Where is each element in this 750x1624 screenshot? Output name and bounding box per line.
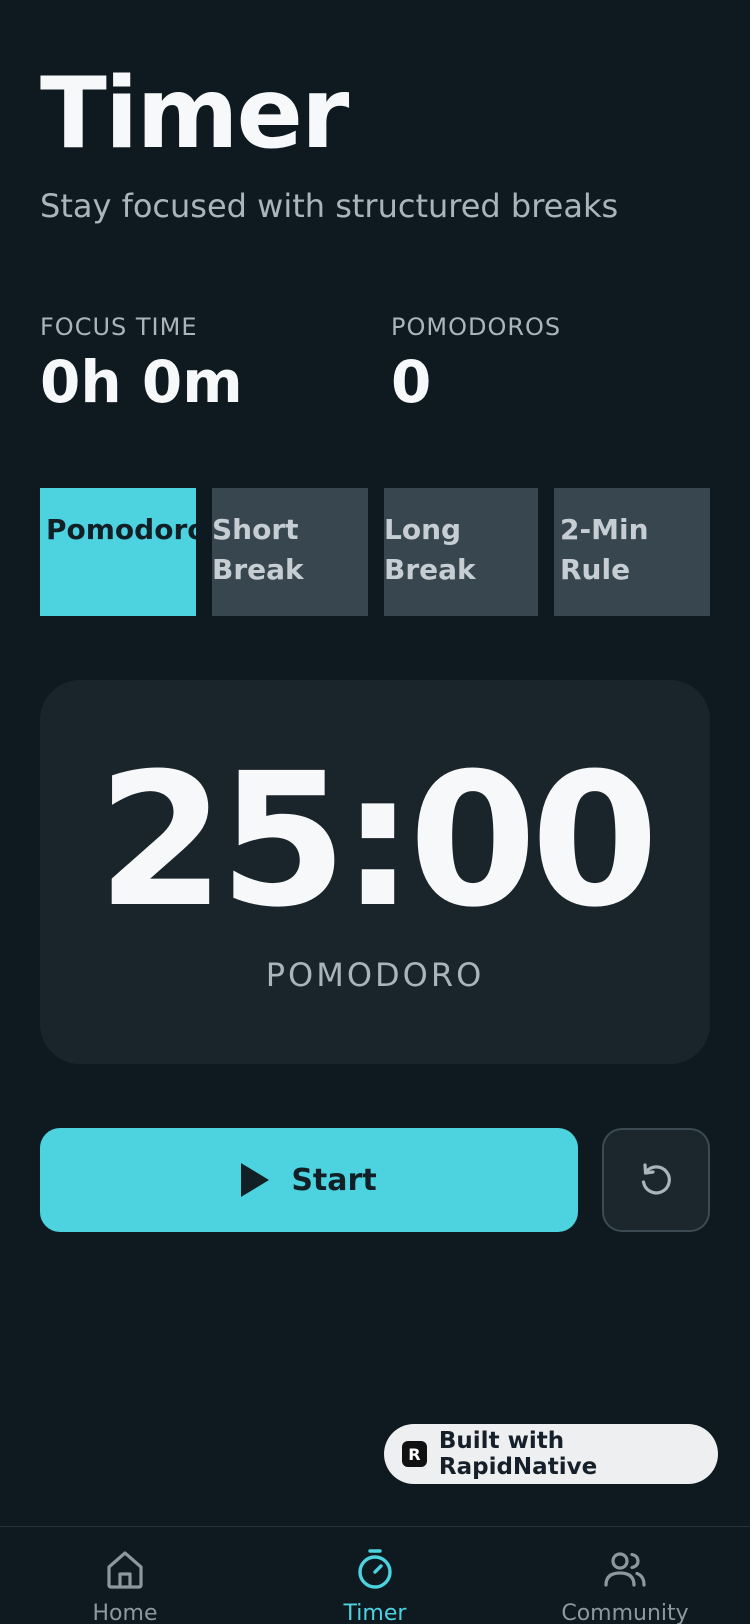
mode-two-min-rule-button[interactable]: 2-Min Rule: [554, 488, 710, 616]
mode-two-min-rule-label: 2-Min Rule: [560, 513, 649, 586]
rapidnative-logo-icon: R: [402, 1441, 427, 1467]
mode-pomodoro-button[interactable]: Pomodoro: [40, 488, 196, 616]
start-button-label: Start: [291, 1162, 377, 1198]
mode-short-break-label-line2: Break: [212, 553, 304, 586]
tab-community-label: Community: [561, 1601, 689, 1624]
bottom-tab-bar: Home Timer Community: [0, 1526, 750, 1624]
page-subtitle: Stay focused with structured breaks: [40, 187, 619, 225]
timer-icon: [358, 1549, 392, 1589]
play-icon: [241, 1163, 270, 1197]
rapidnative-logo-letter: R: [408, 1444, 421, 1464]
built-with-text: Built with RapidNative: [438, 1428, 598, 1480]
mode-short-break-label-line1: Short: [212, 513, 299, 546]
page-title: Timer: [40, 57, 349, 171]
mode-short-break-button[interactable]: Short Break: [212, 488, 368, 616]
reset-icon: [641, 1163, 671, 1195]
mode-pomodoro-label: Pomodoro: [46, 513, 196, 546]
timer-screen: Timer Stay focused with structured break…: [0, 0, 750, 1624]
mode-long-break-label-line1: Long: [384, 513, 462, 546]
start-button[interactable]: Start: [40, 1128, 578, 1232]
tab-home[interactable]: Home: [0, 1527, 250, 1624]
mode-selector: Pomodoro Short Break Long Break 2-Min Ru…: [40, 488, 710, 616]
focus-time-label: FOCUS TIME: [40, 313, 198, 341]
focus-time-value: 0h 0m: [40, 348, 243, 416]
pomodoros-value: 0: [391, 348, 432, 416]
focus-time-stat: FOCUS TIME 0h 0m: [40, 313, 243, 415]
tab-community[interactable]: Community: [500, 1527, 750, 1624]
mode-long-break-label-line2: Break: [384, 553, 476, 586]
tab-timer-label: Timer: [343, 1601, 407, 1624]
home-icon: [107, 1551, 143, 1589]
built-with-badge[interactable]: R Built with RapidNative: [384, 1424, 718, 1484]
timer-display: 25:00: [97, 734, 659, 948]
timer-mode-label: POMODORO: [265, 956, 485, 994]
tab-timer[interactable]: Timer: [250, 1527, 500, 1624]
reset-button[interactable]: [602, 1128, 710, 1232]
mode-long-break-button[interactable]: Long Break: [384, 488, 538, 616]
pomodoros-label: POMODOROS: [391, 313, 562, 341]
community-icon: [604, 1552, 646, 1587]
timer-card: 25:00 POMODORO: [40, 680, 710, 1064]
tab-home-label: Home: [92, 1601, 158, 1624]
pomodoros-stat: POMODOROS 0: [391, 313, 561, 415]
